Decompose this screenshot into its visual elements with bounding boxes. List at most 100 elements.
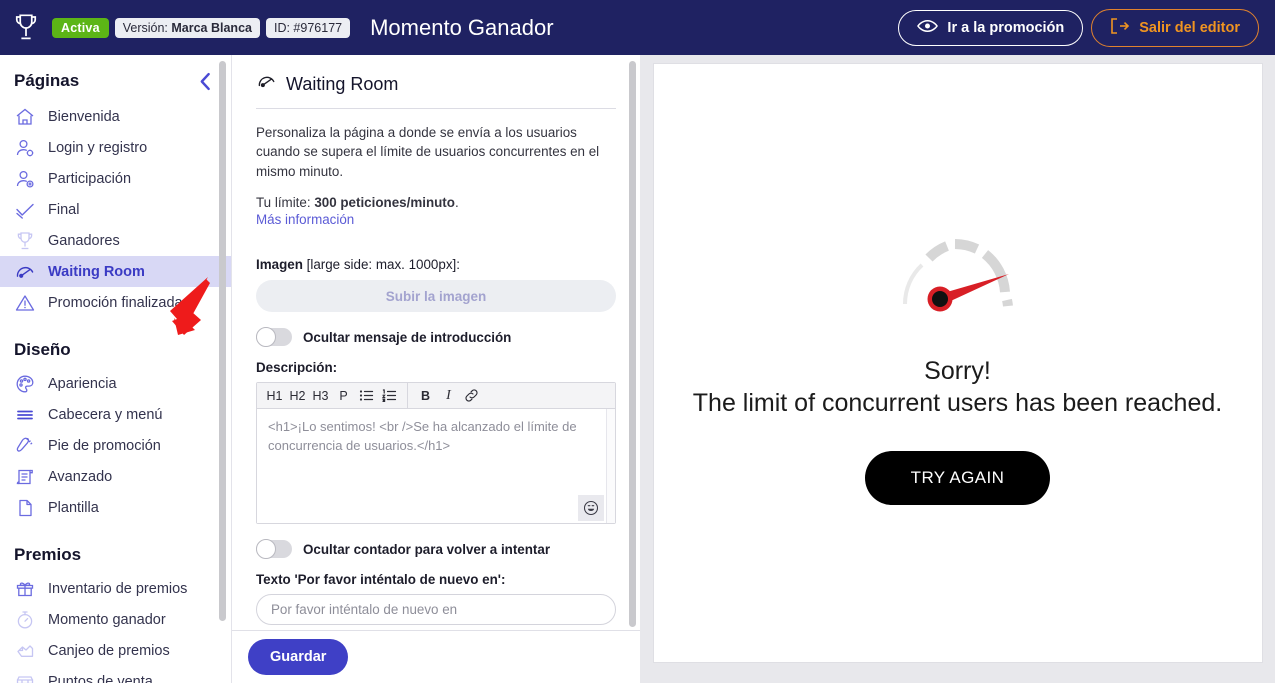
pages-heading: Páginas: [14, 71, 80, 90]
check-icon: [14, 199, 36, 221]
sidebar-item-plantilla[interactable]: Plantilla: [0, 492, 231, 523]
sidebar-item-final[interactable]: Final: [0, 194, 231, 225]
promo-id-badge: ID: #976177: [265, 17, 351, 38]
design-heading: Diseño: [14, 340, 71, 359]
warning-triangle-icon: [14, 292, 36, 314]
sidebar-item-label: Puntos de venta: [48, 673, 153, 683]
user-add-icon: [14, 168, 36, 190]
sidebar-item-label: Participación: [48, 170, 132, 187]
toggle-knob: [256, 539, 276, 560]
palette-icon: [14, 373, 36, 395]
image-label: Imagen: [256, 257, 303, 273]
sidebar-item-avanzado[interactable]: Avanzado: [0, 461, 231, 492]
heading-1-button[interactable]: H1: [263, 383, 286, 409]
goto-promotion-label: Ir a la promoción: [947, 19, 1065, 36]
sidebar-item-login-y-registro[interactable]: Login y registro: [0, 132, 231, 163]
retry-text-input[interactable]: [256, 594, 616, 626]
sidebar-item-cabecera-y-menu[interactable]: Cabecera y menú: [0, 399, 231, 430]
exit-editor-label: Salir del editor: [1139, 19, 1240, 36]
save-button[interactable]: Guardar: [248, 639, 349, 675]
limit-line: Tu límite: 300 peticiones/minuto.: [256, 195, 616, 210]
settings-content: Waiting Room Personaliza la página a don…: [232, 55, 640, 630]
sidebar-item-momento-ganador[interactable]: Momento ganador: [0, 604, 231, 635]
limit-prefix: Tu límite:: [256, 195, 311, 211]
sidebar-item-label: Final: [48, 201, 80, 218]
top-bar: Activa Versión: Marca Blanca ID: #976177…: [0, 0, 1275, 55]
sidebar-item-promocion-finalizada[interactable]: Promoción finalizada: [0, 287, 231, 318]
settings-panel-scrollbar[interactable]: [629, 61, 636, 627]
sidebar-item-label: Canjeo de premios: [48, 642, 170, 659]
sidebar: Páginas Bienvenida Login y registro Part…: [0, 55, 232, 683]
more-info-link[interactable]: Más información: [256, 212, 616, 227]
status-badge: Activa: [52, 17, 109, 38]
footer-icon: [14, 435, 36, 457]
sidebar-item-bienvenida[interactable]: Bienvenida: [0, 101, 231, 132]
scroll-document-icon: [14, 466, 36, 488]
bullet-list-icon[interactable]: [355, 383, 378, 409]
rich-text-editor: H1 H2 H3 P B I <h1>¡Lo sentimos! <br />S…: [256, 382, 616, 525]
emoji-smile-icon[interactable]: [578, 495, 604, 522]
italic-button[interactable]: I: [437, 383, 460, 409]
sidebar-item-canjeo-de-premios[interactable]: Canjeo de premios: [0, 635, 231, 666]
hide-intro-toggle[interactable]: [256, 327, 292, 348]
sidebar-item-puntos-de-venta[interactable]: Puntos de venta: [0, 666, 231, 683]
page-title: Momento Ganador: [370, 14, 554, 40]
sidebar-item-label: Momento ganador: [48, 611, 166, 628]
preview-headline: Sorry!: [924, 356, 991, 385]
hand-exchange-icon: [14, 640, 36, 662]
sidebar-item-pie-de-promocion[interactable]: Pie de promoción: [0, 430, 231, 461]
preview-subheadline: The limit of concurrent users has been r…: [692, 388, 1223, 417]
sidebar-item-label: Inventario de premios: [48, 580, 188, 597]
heading-2-button[interactable]: H2: [286, 383, 309, 409]
sidebar-item-apariencia[interactable]: Apariencia: [0, 368, 231, 399]
editor-scrollbar[interactable]: [606, 409, 615, 524]
settings-footer: Guardar: [232, 630, 640, 683]
hide-counter-toggle[interactable]: [256, 539, 292, 560]
panel-description: Personaliza la página a donde se envía a…: [256, 125, 600, 179]
sidebar-item-label: Waiting Room: [48, 263, 145, 280]
goto-promotion-button[interactable]: Ir a la promoción: [898, 9, 1084, 46]
try-again-button[interactable]: TRY AGAIN: [864, 450, 1051, 505]
paragraph-button[interactable]: P: [332, 383, 355, 409]
sidebar-item-waiting-room[interactable]: Waiting Room: [0, 256, 231, 287]
preview-area: Sorry! The limit of concurrent users has…: [640, 55, 1275, 683]
sidebar-item-label: Promoción finalizada: [48, 294, 183, 311]
home-icon: [14, 106, 36, 128]
bold-button[interactable]: B: [414, 383, 437, 409]
exit-editor-button[interactable]: Salir del editor: [1091, 8, 1259, 47]
upload-image-button[interactable]: Subir la imagen: [256, 280, 616, 313]
stopwatch-icon: [14, 609, 36, 631]
description-field-label: Descripción:: [256, 360, 338, 376]
sidebar-item-label: Cabecera y menú: [48, 406, 163, 423]
description-textarea[interactable]: <h1>¡Lo sentimos! <br />Se ha alcanzado …: [257, 409, 615, 524]
prizes-heading: Premios: [14, 545, 82, 564]
sidebar-item-label: Apariencia: [48, 375, 117, 392]
editor-toolbar: H1 H2 H3 P B I: [257, 382, 615, 410]
sidebar-item-label: Bienvenida: [48, 108, 120, 125]
sidebar-header: Páginas: [0, 55, 231, 101]
sidebar-item-label: Plantilla: [48, 499, 99, 516]
gift-icon: [14, 578, 36, 600]
chevron-left-icon[interactable]: [198, 72, 213, 91]
panel-title-text: Waiting Room: [286, 73, 399, 94]
toggle-knob: [256, 327, 276, 348]
sidebar-item-label: Pie de promoción: [48, 437, 161, 454]
speedometer-icon: [256, 71, 277, 97]
topbar-actions: Ir a la promoción Salir del editor: [898, 8, 1275, 47]
sidebar-scrollbar[interactable]: [219, 61, 226, 621]
sidebar-item-inventario-de-premios[interactable]: Inventario de premios: [0, 573, 231, 604]
sidebar-item-participacion[interactable]: Participación: [0, 163, 231, 194]
editor-placeholder-text: <h1>¡Lo sentimos! <br />Se ha alcanzado …: [268, 419, 577, 453]
menu-lines-icon: [14, 404, 36, 426]
sidebar-item-ganadores[interactable]: Ganadores: [0, 225, 231, 256]
heading-3-button[interactable]: H3: [309, 383, 332, 409]
sidebar-content: Páginas Bienvenida Login y registro Part…: [0, 55, 231, 683]
numbered-list-icon[interactable]: [378, 383, 401, 409]
sidebar-item-label: Ganadores: [48, 232, 120, 249]
toolbar-separator: [407, 382, 408, 409]
version-prefix: Versión:: [122, 20, 168, 35]
waiting-room-preview: Sorry! The limit of concurrent users has…: [652, 63, 1263, 663]
sidebar-item-label: Avanzado: [48, 468, 113, 485]
logout-icon: [1110, 17, 1130, 38]
link-icon[interactable]: [460, 383, 483, 409]
